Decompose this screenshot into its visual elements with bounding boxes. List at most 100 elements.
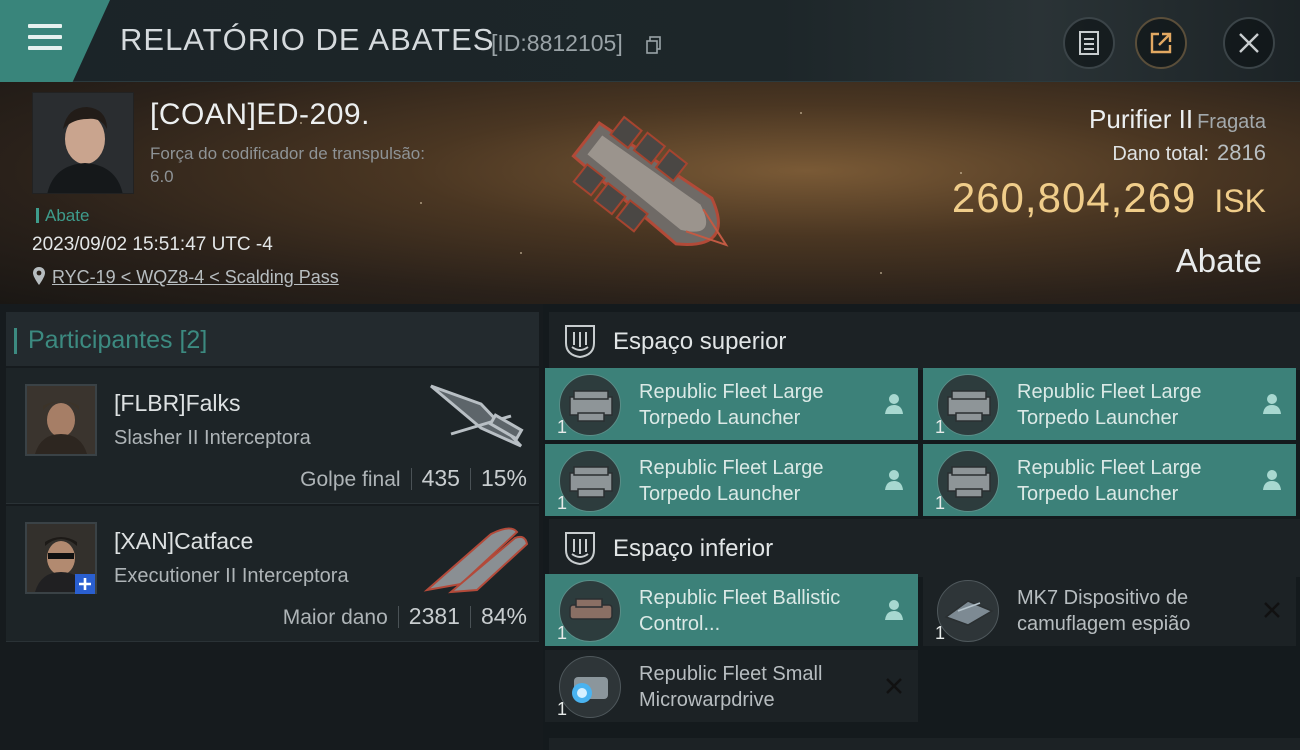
item-quantity: 1 [557,493,568,513]
high-slot-header: Espaço superior [549,312,1300,370]
damage-label: Dano total: [1112,143,1210,165]
participant-stats: Golpe final 435 15% [300,465,527,492]
high-slot-icon [565,325,595,359]
item-quantity: 1 [557,417,568,437]
fitted-item[interactable]: 1 Republic Fleet Small Microwarpdrive [545,650,918,722]
pilot-icon [885,394,903,414]
pilot-icon [1263,394,1281,414]
participant-ship-image[interactable] [421,376,531,460]
next-slot-header-partial [549,738,1300,750]
participant-percent: 84% [480,603,527,629]
fitted-item[interactable]: 1 MK7 Dispositivo de camuflagem espião [923,574,1296,646]
total-damage: Dano total: 2816 [1112,140,1266,166]
item-name: Republic Fleet Large Torpedo Launcher [639,457,824,505]
avatar-image [33,93,133,193]
item-name: MK7 Dispositivo de camuflagem espião [1017,587,1191,635]
fitted-item[interactable]: 1 Republic Fleet Large Torpedo Launcher [923,444,1296,516]
item-quantity: 1 [935,623,946,643]
kill-location[interactable]: RYC-19 < WQZ8-4 < Scalding Pass [32,266,339,288]
low-slot-header: Espaço inferior [549,519,1300,577]
item-name: Republic Fleet Large Torpedo Launcher [1017,457,1202,505]
victim-panel: [COAN]ED-209. Força do codificador de tr… [0,82,1300,304]
avatar[interactable] [25,384,97,456]
avatar-image [27,386,95,454]
fitted-item[interactable]: 1 Republic Fleet Large Torpedo Launcher [545,444,918,516]
ship-class: Fragata [1197,111,1266,133]
participant-row[interactable]: [FLBR]Falks Slasher II Interceptora Golp… [6,368,539,504]
participant-ship-image[interactable] [421,514,531,598]
item-quantity: 1 [935,493,946,513]
victim-portrait[interactable] [32,92,134,194]
participant-damage: 2381 [408,603,460,629]
torpedo-launcher-icon [559,450,621,512]
participant-damage: 435 [421,465,460,491]
plus-badge-icon [75,574,95,594]
torpedo-launcher-icon [937,374,999,436]
menu-button[interactable] [0,0,110,82]
share-button[interactable] [1135,17,1187,69]
microwarpdrive-icon [559,656,621,718]
cloaking-device-icon [937,580,999,642]
item-name: Republic Fleet Small Microwarpdrive [639,663,823,711]
isk-value: 260,804,269 ISK [952,174,1266,222]
page-title: RELATÓRIO DE ABATES [120,22,495,57]
fitted-item[interactable]: 1 Republic Fleet Ballistic Control... [545,574,918,646]
isk-amount: 260,804,269 [951,174,1197,221]
participant-stats: Maior dano 2381 84% [283,603,527,630]
item-quantity: 1 [557,623,568,643]
high-slot-title: Espaço superior [613,328,787,355]
close-button[interactable] [1223,17,1275,69]
item-quantity: 1 [557,699,568,719]
victim-name[interactable]: [COAN]ED-209. [150,98,370,132]
attribute-value: 6.0 [150,167,174,186]
participants-header: Participantes [2] [6,312,539,366]
close-icon [1239,33,1259,53]
pilot-icon [885,600,903,620]
ballistic-control-icon [559,580,621,642]
victim-ship-image[interactable] [530,88,770,288]
participant-row[interactable]: [XAN]Catface Executioner II Interceptora… [6,506,539,642]
damage-value: 2816 [1217,140,1266,165]
torpedo-launcher-icon [559,374,621,436]
attribute-label: Força do codificador de transpulsão: [150,144,425,163]
pilot-icon [885,470,903,490]
x-icon [886,678,902,694]
share-icon [1150,32,1172,54]
hamburger-menu-icon [28,24,62,50]
result-label: Abate [1175,242,1262,279]
kill-datetime: 2023/09/02 15:51:47 UTC -4 [32,234,273,255]
participant-ship[interactable]: Executioner II Interceptora [114,565,349,588]
pilot-icon [1263,470,1281,490]
participant-name[interactable]: [FLBR]Falks [114,390,241,417]
low-slot-title: Espaço inferior [613,535,774,562]
item-name: Republic Fleet Large Torpedo Launcher [639,381,824,429]
window-header: RELATÓRIO DE ABATES [ID:8812105] [0,0,1300,82]
participant-percent: 15% [480,465,527,491]
kill-tag: Abate [36,206,89,226]
victim-attribute: Força do codificador de transpulsão: 6.0 [150,142,490,188]
torpedo-launcher-icon [937,450,999,512]
copy-icon[interactable] [646,36,662,54]
notes-button[interactable] [1063,17,1115,69]
item-name: Republic Fleet Large Torpedo Launcher [1017,381,1202,429]
location-link[interactable]: RYC-19 < WQZ8-4 < Scalding Pass [52,267,339,287]
item-quantity: 1 [935,417,946,437]
report-id: [ID:8812105] [491,30,623,56]
fitted-item[interactable]: 1 Republic Fleet Large Torpedo Launcher [923,368,1296,440]
participants-title: Participantes [2] [13,326,208,354]
item-name: Republic Fleet Ballistic Control... [639,587,841,635]
ship-name[interactable]: Purifier II [1089,104,1193,134]
isk-unit: ISK [1214,183,1266,219]
participant-role: Golpe final [300,468,401,491]
notes-icon [1079,31,1099,55]
fitting-panel: Espaço superior 1 Republic Fleet Large T… [543,304,1300,750]
participant-role: Maior dano [282,606,388,629]
participant-name[interactable]: [XAN]Catface [114,528,253,555]
low-slot-icon [565,532,595,566]
participants-panel: Participantes [2] [FLBR]Falks Slasher II… [0,304,543,750]
victim-ship[interactable]: Purifier II Fragata [1089,104,1266,135]
x-icon [1264,602,1280,618]
participant-ship[interactable]: Slasher II Interceptora [114,427,311,450]
fitted-item[interactable]: 1 Republic Fleet Large Torpedo Launcher [545,368,918,440]
location-pin-icon [33,267,45,285]
